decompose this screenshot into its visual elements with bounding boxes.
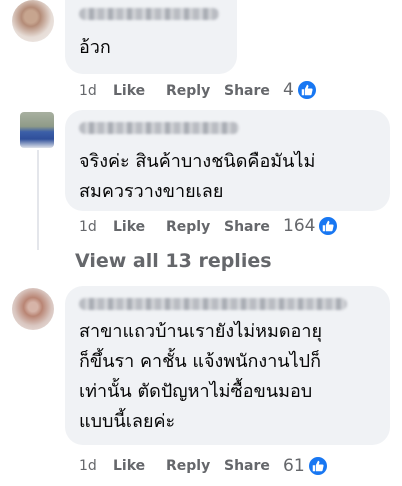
blurred-author-name[interactable] xyxy=(79,8,219,20)
like-button[interactable]: Like xyxy=(113,458,166,474)
reply-button[interactable]: Reply xyxy=(166,83,224,99)
like-button[interactable]: Like xyxy=(113,83,166,99)
comment-text: อ้วก xyxy=(79,37,111,58)
comment-timestamp[interactable]: 1d xyxy=(79,83,113,99)
share-button[interactable]: Share xyxy=(224,458,270,474)
comment-timestamp[interactable]: 1d xyxy=(79,458,113,474)
comment-bubble: สาขาแถวบ้านเรายังไม่หมดอายุ ก็ขึ้นรา คาช… xyxy=(65,286,390,445)
blurred-author-name[interactable] xyxy=(79,122,239,134)
like-thumb-icon xyxy=(295,79,318,101)
comment-timestamp[interactable]: 1d xyxy=(79,219,113,235)
like-thumb-icon xyxy=(306,455,329,477)
comment-bubble: อ้วก xyxy=(65,0,237,74)
comment-text: จริงค่ะ สินค้าบางชนิดคือมันไม่ สมควรวางข… xyxy=(79,151,316,202)
share-button[interactable]: Share xyxy=(224,219,270,235)
reaction-count: 61 xyxy=(283,456,305,476)
view-all-replies-link[interactable]: View all 13 replies xyxy=(75,250,272,272)
thread-line xyxy=(37,150,39,250)
comment-actions: 1d Like Reply Share xyxy=(79,81,270,101)
comment-text: สาขาแถวบ้านเรายังไม่หมดอายุ ก็ขึ้นรา คาช… xyxy=(79,321,323,432)
like-thumb-icon xyxy=(317,215,340,237)
reaction-count: 164 xyxy=(283,216,316,236)
reaction-summary[interactable]: 164 xyxy=(283,215,340,237)
comment-actions: 1d Like Reply Share xyxy=(79,456,270,476)
like-button[interactable]: Like xyxy=(113,219,166,235)
reaction-summary[interactable]: 61 xyxy=(283,455,329,477)
reaction-summary[interactable]: 4 xyxy=(283,79,318,101)
avatar[interactable] xyxy=(12,0,54,42)
comment-actions: 1d Like Reply Share xyxy=(79,217,270,237)
avatar[interactable] xyxy=(12,288,54,330)
reply-button[interactable]: Reply xyxy=(166,458,224,474)
avatar[interactable] xyxy=(20,112,54,148)
reply-button[interactable]: Reply xyxy=(166,219,224,235)
comment-bubble: จริงค่ะ สินค้าบางชนิดคือมันไม่ สมควรวางข… xyxy=(65,110,390,211)
blurred-author-name[interactable] xyxy=(79,298,347,310)
share-button[interactable]: Share xyxy=(224,83,270,99)
reaction-count: 4 xyxy=(283,80,294,100)
